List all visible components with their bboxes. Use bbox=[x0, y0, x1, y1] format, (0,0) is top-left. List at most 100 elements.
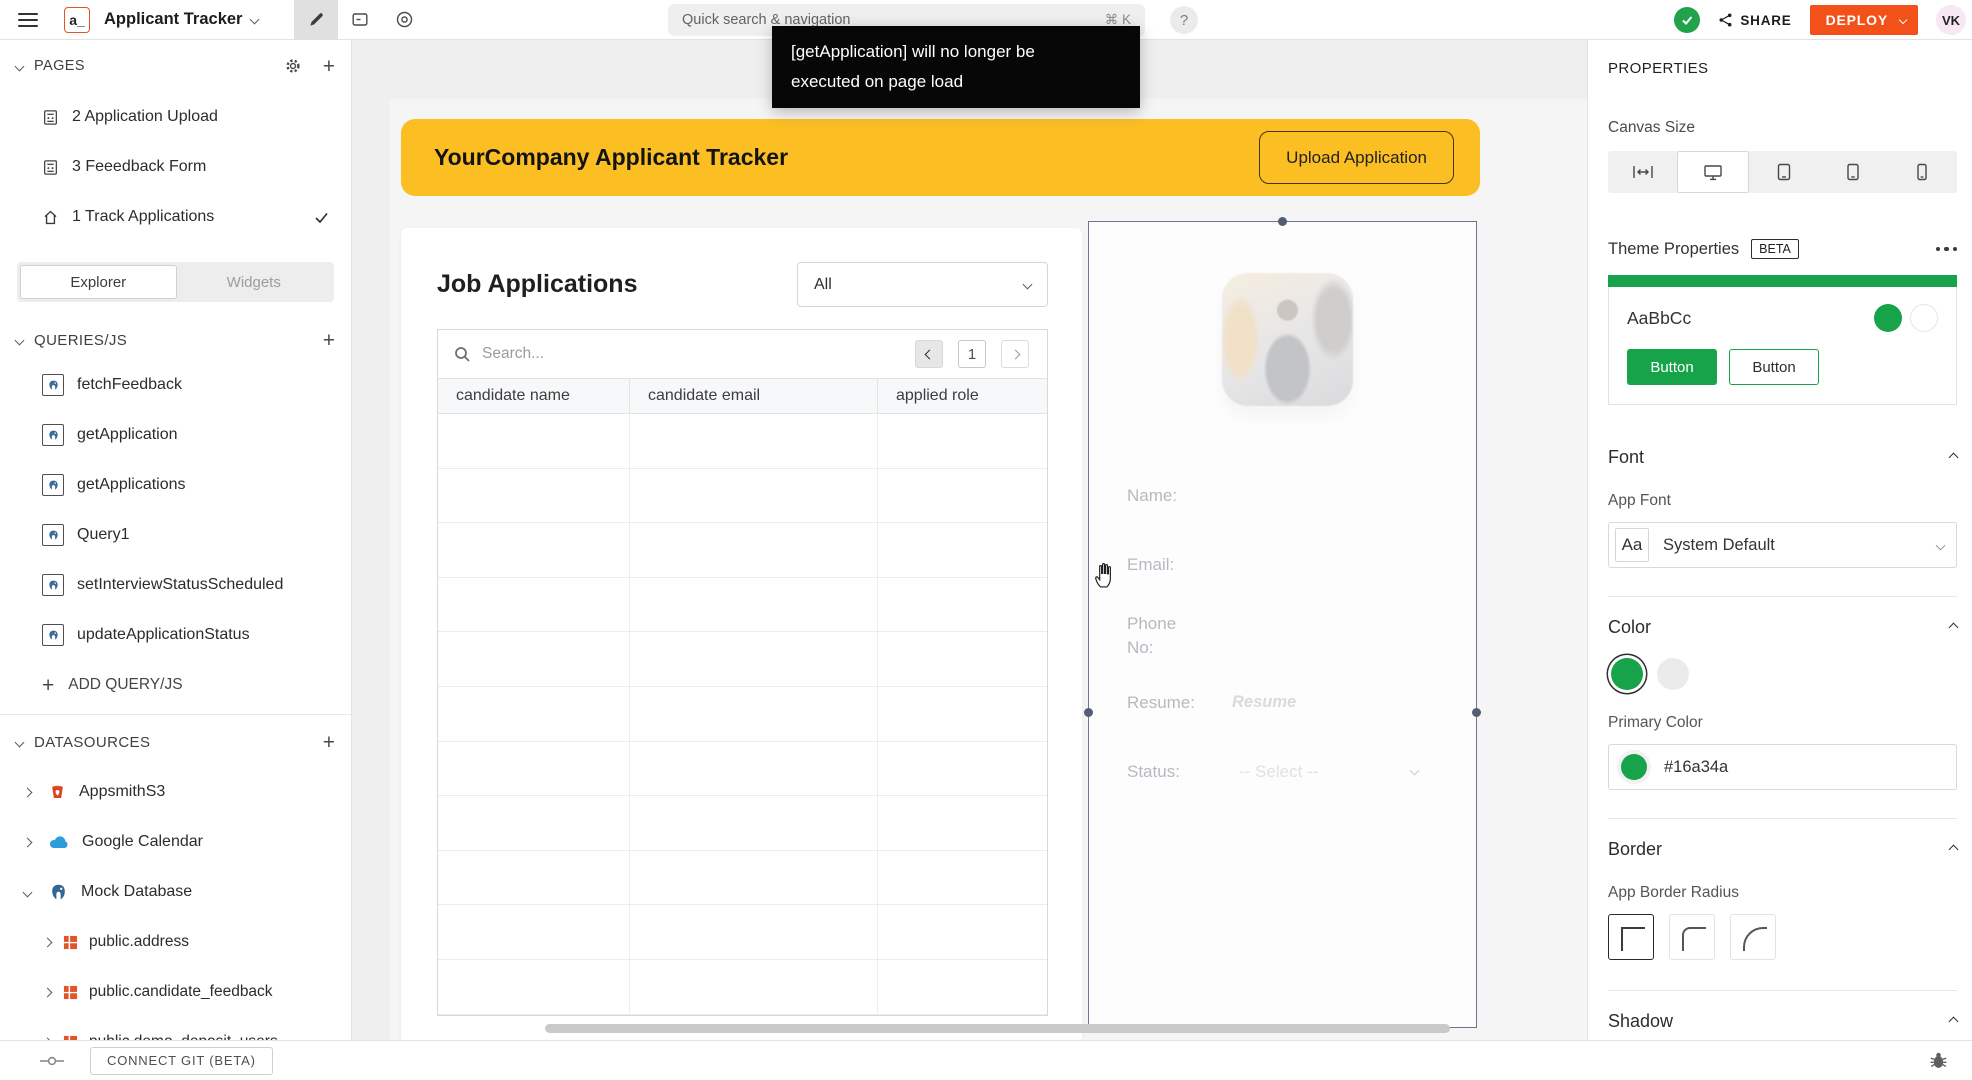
tab-explorer[interactable]: Explorer bbox=[20, 265, 177, 299]
sidebar-item-page-application-upload[interactable]: 2 Application Upload bbox=[0, 92, 351, 142]
font-section-header[interactable]: Font bbox=[1608, 447, 1959, 468]
sidebar-item-datasource-appsmiths3[interactable]: AppsmithS3 bbox=[0, 767, 351, 817]
border-radius-round-option[interactable] bbox=[1730, 914, 1776, 960]
column-header[interactable]: candidate name bbox=[438, 379, 630, 413]
add-query-js-button[interactable]: + ADD QUERY/JS bbox=[0, 660, 351, 710]
primary-color-input[interactable]: #16a34a bbox=[1608, 744, 1957, 790]
sidebar-item-datasource-mock-database[interactable]: Mock Database bbox=[0, 867, 351, 917]
table-row[interactable] bbox=[438, 850, 1047, 906]
expand-chevron-right-icon[interactable] bbox=[22, 837, 36, 847]
expand-chevron-right-icon[interactable] bbox=[42, 983, 53, 1001]
table-row[interactable] bbox=[438, 686, 1047, 742]
resume-link[interactable]: Resume bbox=[1232, 693, 1296, 712]
app-title-chevron-down-icon[interactable] bbox=[250, 14, 260, 25]
status-select[interactable]: -- Select -- bbox=[1239, 762, 1318, 782]
canvas-size-desktop-option[interactable] bbox=[1677, 151, 1749, 193]
sidebar-item-query-query1[interactable]: Query1 bbox=[0, 510, 351, 560]
green-color-swatch[interactable] bbox=[1611, 658, 1643, 690]
pages-section-header[interactable]: PAGES + bbox=[0, 40, 351, 92]
resize-handle-left[interactable] bbox=[1084, 708, 1093, 717]
help-button[interactable]: ? bbox=[1170, 6, 1198, 34]
preview-mode-button[interactable] bbox=[382, 0, 426, 40]
resize-handle-right[interactable] bbox=[1472, 708, 1481, 717]
sidebar-item-query-getapplication[interactable]: getApplication bbox=[0, 410, 351, 460]
queries-section-header[interactable]: QUERIES/JS + bbox=[0, 320, 351, 360]
share-button[interactable]: SHARE bbox=[1718, 12, 1791, 28]
border-collapse-chevron-up-icon[interactable] bbox=[1948, 844, 1959, 855]
sidebar-item-page-feedback-form[interactable]: 3 Feeedback Form bbox=[0, 142, 351, 192]
pages-collapse-chevron-icon[interactable] bbox=[14, 61, 25, 71]
tab-widgets[interactable]: Widgets bbox=[177, 265, 332, 299]
previous-page-button[interactable] bbox=[915, 340, 943, 368]
table-row[interactable] bbox=[438, 959, 1047, 1015]
datasources-section-header[interactable]: DATASOURCES + bbox=[0, 717, 351, 767]
datasources-collapse-chevron-icon[interactable] bbox=[14, 737, 25, 747]
detail-container-widget[interactable]: Name: Email: Phone No: Resume: Resume St… bbox=[1084, 217, 1481, 1028]
table-row[interactable] bbox=[438, 632, 1047, 687]
table-row[interactable] bbox=[438, 796, 1047, 851]
table-row[interactable] bbox=[438, 741, 1047, 797]
connect-git-button[interactable]: CONNECT GIT (BETA) bbox=[90, 1046, 273, 1075]
color-section-header[interactable]: Color bbox=[1608, 617, 1959, 638]
shadow-collapse-chevron-up-icon[interactable] bbox=[1948, 1016, 1959, 1027]
app-title[interactable]: Applicant Tracker bbox=[104, 10, 242, 29]
sidebar-item-table-public-demo-deposit-users[interactable]: public.demo_deposit_users bbox=[0, 1017, 351, 1040]
color-collapse-chevron-up-icon[interactable] bbox=[1948, 622, 1959, 633]
add-datasource-button[interactable]: + bbox=[323, 732, 335, 753]
add-page-button[interactable]: + bbox=[323, 56, 335, 77]
canvas[interactable]: YourCompany Applicant Tracker Upload App… bbox=[352, 40, 1587, 1040]
app-header-banner[interactable]: YourCompany Applicant Tracker Upload App… bbox=[401, 119, 1480, 196]
border-radius-sharp-option[interactable] bbox=[1608, 914, 1654, 960]
border-section-header[interactable]: Border bbox=[1608, 839, 1959, 860]
expand-chevron-right-icon[interactable] bbox=[42, 1033, 53, 1040]
user-avatar[interactable]: VK bbox=[1936, 5, 1966, 35]
page-number[interactable]: 1 bbox=[958, 340, 986, 368]
app-logo[interactable]: a_ bbox=[64, 6, 90, 33]
table-row[interactable] bbox=[438, 468, 1047, 524]
status-chevron-down-icon[interactable] bbox=[1409, 765, 1420, 776]
canvas-size-phone-option[interactable] bbox=[1888, 151, 1957, 193]
theme-more-options-icon[interactable] bbox=[1935, 246, 1957, 252]
table-search-input[interactable] bbox=[482, 345, 915, 363]
sidebar-item-query-setinterviewstatusscheduled[interactable]: setInterviewStatusScheduled bbox=[0, 560, 351, 610]
canvas-size-fluid-option[interactable] bbox=[1608, 151, 1677, 193]
edit-mode-button[interactable] bbox=[294, 0, 339, 40]
table-row[interactable] bbox=[438, 905, 1047, 960]
sidebar-item-table-public-candidate-feedback[interactable]: public.candidate_feedback bbox=[0, 967, 351, 1017]
column-header[interactable]: candidate email bbox=[630, 379, 878, 413]
resize-handle-top[interactable] bbox=[1278, 217, 1287, 226]
table-row[interactable] bbox=[438, 414, 1047, 469]
sidebar-item-table-public-address[interactable]: public.address bbox=[0, 917, 351, 967]
sidebar-item-query-fetchfeedback[interactable]: fetchFeedback bbox=[0, 360, 351, 410]
job-applications-widget[interactable]: Job Applications All 1 bbox=[401, 228, 1082, 1040]
sidebar-item-page-track-applications[interactable]: 1 Track Applications bbox=[0, 192, 351, 242]
upload-application-button[interactable]: Upload Application bbox=[1259, 131, 1454, 184]
theme-outline-button-preview[interactable]: Button bbox=[1729, 349, 1819, 385]
next-page-button[interactable] bbox=[1001, 340, 1029, 368]
app-font-select[interactable]: Aa System Default bbox=[1608, 522, 1957, 568]
hamburger-menu-icon[interactable] bbox=[18, 12, 38, 27]
font-collapse-chevron-up-icon[interactable] bbox=[1948, 452, 1959, 463]
sidebar-item-datasource-google-calendar[interactable]: Google Calendar bbox=[0, 817, 351, 867]
canvas-size-tablet-option[interactable] bbox=[1818, 151, 1887, 193]
add-query-button[interactable]: + bbox=[323, 330, 335, 351]
queries-collapse-chevron-icon[interactable] bbox=[14, 335, 25, 345]
sidebar-item-query-getapplications[interactable]: getApplications bbox=[0, 460, 351, 510]
gray-color-swatch[interactable] bbox=[1657, 658, 1689, 690]
pages-settings-gear-icon[interactable] bbox=[285, 58, 301, 74]
theme-secondary-dot[interactable] bbox=[1910, 304, 1938, 332]
theme-filled-button-preview[interactable]: Button bbox=[1627, 349, 1717, 385]
border-radius-rounded-option[interactable] bbox=[1669, 914, 1715, 960]
expand-chevron-right-icon[interactable] bbox=[22, 787, 36, 797]
debug-bug-icon[interactable] bbox=[1929, 1051, 1948, 1070]
comments-mode-button[interactable] bbox=[338, 0, 382, 40]
canvas-size-tablet-large-option[interactable] bbox=[1749, 151, 1818, 193]
collapse-chevron-down-icon[interactable] bbox=[22, 887, 36, 897]
shadow-section-header[interactable]: Shadow bbox=[1608, 1011, 1959, 1032]
horizontal-scrollbar[interactable] bbox=[545, 1024, 1450, 1033]
expand-chevron-right-icon[interactable] bbox=[42, 933, 53, 951]
table-row[interactable] bbox=[438, 523, 1047, 578]
column-header[interactable]: applied role bbox=[878, 379, 1047, 413]
table-row[interactable] bbox=[438, 577, 1047, 633]
sidebar-item-query-updateapplicationstatus[interactable]: updateApplicationStatus bbox=[0, 610, 351, 660]
